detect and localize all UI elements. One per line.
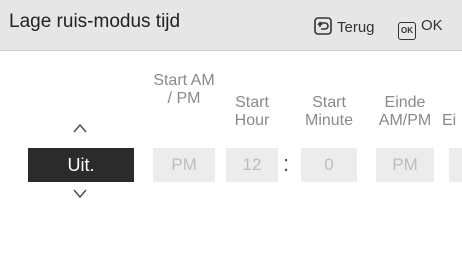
ok-label: OK — [421, 17, 443, 34]
end-ampm-label: Einde AM/PM — [378, 94, 432, 129]
back-icon — [314, 17, 332, 35]
back-button[interactable]: Terug — [314, 17, 375, 36]
header-bar: Lage ruis-modus tijd Terug OK OK — [0, 0, 462, 51]
start-ampm-label: Start AM / PM — [153, 72, 215, 107]
back-label: Terug — [337, 19, 375, 36]
end-hour-label: Ei — [442, 112, 457, 129]
end-hour-field[interactable] — [449, 148, 462, 182]
start-ampm-field[interactable]: PM — [153, 148, 215, 182]
ok-key-icon: OK — [398, 22, 416, 40]
end-ampm-field[interactable]: PM — [376, 148, 434, 182]
chevron-up-icon[interactable] — [72, 122, 88, 134]
ok-button[interactable]: OK OK — [398, 17, 443, 40]
page-title: Lage ruis-modus tijd — [9, 11, 181, 32]
start-minute-field[interactable]: 0 — [301, 148, 357, 182]
start-hour-field[interactable]: 12 — [226, 148, 278, 182]
mode-selector[interactable]: Uit. — [28, 148, 134, 182]
time-separator: : — [282, 151, 290, 176]
start-minute-label: Start Minute — [304, 94, 354, 129]
chevron-down-icon[interactable] — [72, 188, 88, 200]
start-hour-label: Start Hour — [234, 94, 270, 129]
